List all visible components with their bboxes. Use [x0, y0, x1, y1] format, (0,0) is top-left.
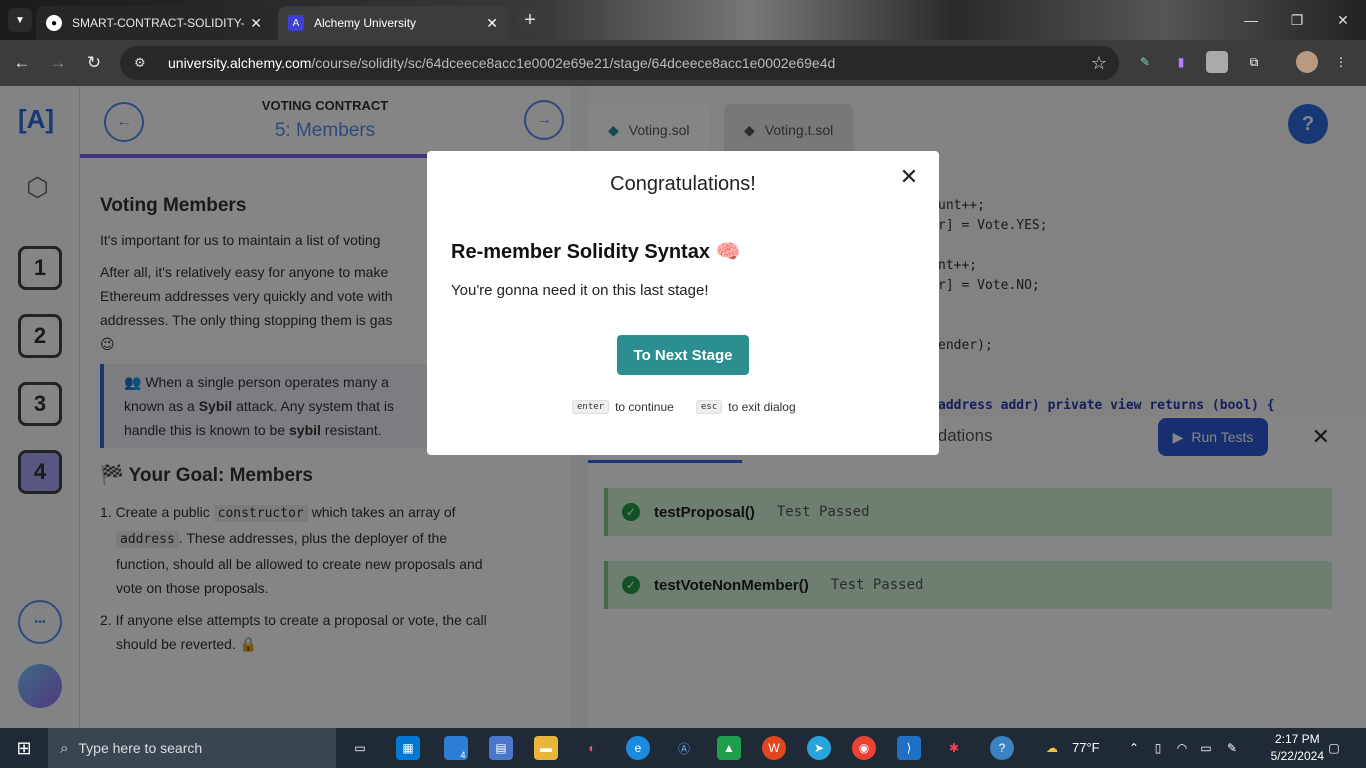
bookmark-star-icon[interactable]: ☆: [1091, 53, 1107, 74]
url-host: university.alchemy.com: [168, 55, 312, 71]
pen-icon[interactable]: ✎: [1220, 736, 1244, 760]
app-store-icon[interactable]: Ⓐ: [672, 736, 696, 760]
taskbar-search[interactable]: ⌕ Type here to search: [48, 728, 336, 768]
kbd-esc: esc: [696, 400, 723, 414]
tab-title: SMART-CONTRACT-SOLIDITY-P: [72, 16, 245, 30]
app-icon[interactable]: 4: [444, 736, 468, 760]
device-icon[interactable]: ▯: [1146, 736, 1170, 760]
close-tab-icon[interactable]: ✕: [486, 15, 498, 32]
weather-temp[interactable]: 77°F: [1072, 740, 1100, 755]
edge-icon[interactable]: e: [626, 736, 650, 760]
close-tab-icon[interactable]: ✕: [250, 15, 262, 32]
vscode-icon[interactable]: ⟩: [897, 736, 921, 760]
chart-app-icon[interactable]: ▲: [717, 736, 741, 760]
weather-icon[interactable]: ☁: [1040, 736, 1064, 760]
extensions-puzzle-icon[interactable]: ⧉: [1243, 51, 1265, 73]
extension-icon[interactable]: ▮: [1170, 51, 1192, 73]
search-icon: ⌕: [60, 739, 69, 757]
congratulations-dialog: Congratulations! ✕ Re-member Solidity Sy…: [427, 151, 939, 455]
browser-toolbar: ← → ↻ ⚙ university.alchemy.com/course/so…: [0, 40, 1366, 86]
dialog-heading: Re-member Solidity Syntax 🧠: [451, 241, 741, 263]
esc-hint: esc to exit dialog: [696, 400, 796, 414]
browser-menu-icon[interactable]: ⋮: [1330, 51, 1352, 73]
minimize-icon[interactable]: —: [1236, 8, 1266, 32]
wifi-icon[interactable]: ◠: [1170, 736, 1194, 760]
enter-hint: enter to continue: [572, 400, 674, 414]
help-app-icon[interactable]: ?: [990, 736, 1014, 760]
browser-tab-bar: ▼ ● SMART-CONTRACT-SOLIDITY-P ✕ A Alchem…: [0, 0, 1366, 40]
dialog-text: You're gonna need it on this last stage!: [451, 282, 709, 299]
new-tab-button[interactable]: +: [516, 8, 544, 32]
address-bar[interactable]: ⚙ university.alchemy.com/course/solidity…: [120, 46, 1119, 80]
dialog-title: Congratulations!: [610, 173, 756, 195]
windows-taskbar: ⊞ ⌕ Type here to search ▭ ▦ 4 ▤ ▬ ◐ e Ⓐ …: [0, 728, 1366, 768]
clock-date: 5/22/2024: [1270, 749, 1324, 763]
badge: 4: [460, 750, 466, 760]
hint-text: to continue: [615, 400, 674, 414]
restore-icon[interactable]: ❐: [1282, 8, 1312, 32]
search-placeholder: Type here to search: [78, 740, 203, 756]
github-icon: ●: [46, 15, 62, 31]
clock-time: 2:17 PM: [1274, 732, 1320, 746]
site-info-icon[interactable]: ⚙: [134, 55, 152, 71]
url-path: /course/solidity/sc/64dceece8acc1e0002e6…: [311, 55, 836, 71]
chevron-up-icon[interactable]: ⌃: [1122, 736, 1146, 760]
telegram-icon[interactable]: ➤: [807, 736, 831, 760]
app-icon[interactable]: ◐: [580, 736, 604, 760]
next-stage-button[interactable]: To Next Stage: [617, 335, 749, 375]
back-icon[interactable]: ←: [10, 51, 34, 75]
kbd-enter: enter: [572, 400, 610, 414]
extension-icon[interactable]: [1206, 51, 1228, 73]
system-clock[interactable]: 2:17 PM 5/22/2024: [1271, 731, 1324, 765]
store-icon[interactable]: ▦: [396, 736, 420, 760]
file-explorer-icon[interactable]: ▬: [534, 736, 558, 760]
battery-icon[interactable]: ▭: [1194, 736, 1218, 760]
forward-icon[interactable]: →: [46, 51, 70, 75]
close-icon[interactable]: ✕: [897, 164, 921, 189]
close-window-icon[interactable]: ✕: [1328, 8, 1358, 32]
reload-icon[interactable]: ↻: [82, 51, 106, 75]
calculator-icon[interactable]: ▤: [489, 736, 513, 760]
tab-title: Alchemy University: [314, 16, 417, 30]
windows-start-icon[interactable]: ⊞: [12, 736, 36, 760]
notifications-icon[interactable]: ▢: [1322, 736, 1346, 760]
task-view-icon[interactable]: ▭: [348, 736, 372, 760]
wps-icon[interactable]: W: [762, 736, 786, 760]
browser-tab-github[interactable]: ● SMART-CONTRACT-SOLIDITY-P ✕: [36, 6, 272, 40]
extension-icon[interactable]: ✎: [1134, 51, 1156, 73]
browser-tab-alchemy[interactable]: A Alchemy University ✕: [278, 6, 508, 40]
alchemy-icon: A: [288, 15, 304, 31]
hint-text: to exit dialog: [728, 400, 796, 414]
tab-search-button[interactable]: ▼: [8, 8, 32, 32]
chrome-icon[interactable]: ◉: [852, 736, 876, 760]
app-icon[interactable]: ✱: [942, 736, 966, 760]
profile-avatar[interactable]: [1296, 51, 1318, 73]
